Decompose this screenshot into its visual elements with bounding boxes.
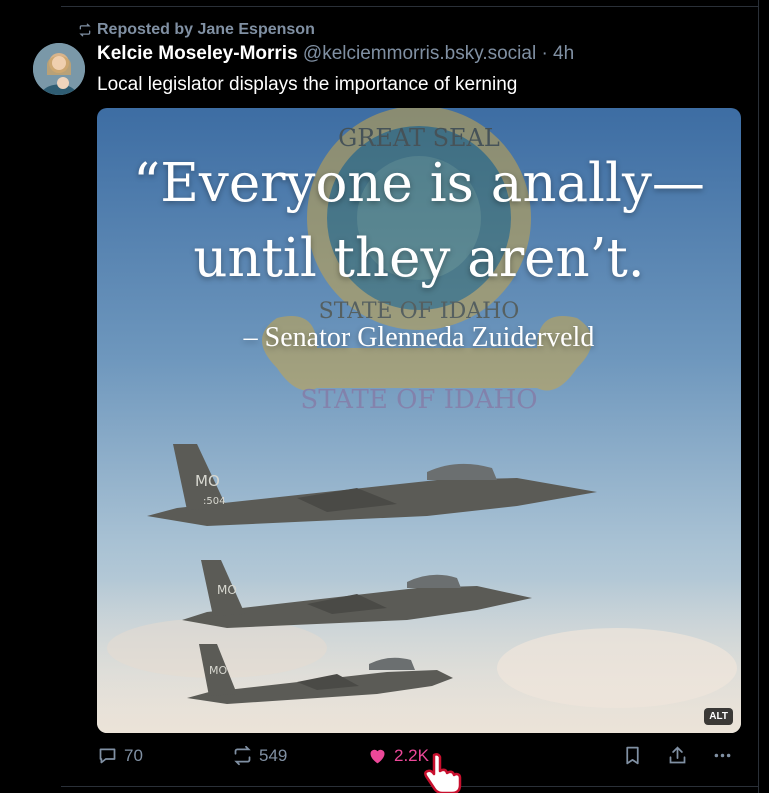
post-actions: 70 549 2.2K (0, 745, 769, 771)
post-image[interactable]: GREAT SEAL STATE OF IDAHO STATE OF IDAHO… (97, 108, 741, 733)
avatar[interactable] (33, 43, 85, 95)
author-name[interactable]: Kelcie Moseley-Morris (97, 43, 298, 64)
repost-icon (234, 745, 251, 766)
post-text: Local legislator displays the importance… (97, 74, 518, 95)
bookmark-button[interactable] (622, 745, 643, 766)
quote-line-1: “Everyone is anally— (133, 153, 705, 214)
feed-divider (758, 0, 759, 793)
more-options-button[interactable] (712, 745, 733, 766)
share-button[interactable] (667, 745, 688, 766)
seal-bottom-text: STATE OF IDAHO (319, 299, 520, 324)
banner-text: STATE OF IDAHO (300, 385, 537, 415)
repost-icon (79, 23, 91, 37)
repost-button[interactable]: 549 (232, 745, 287, 766)
repost-indicator[interactable]: Reposted by Jane Espenson (78, 21, 315, 39)
svg-text:MO: MO (217, 583, 237, 597)
left-gutter (0, 0, 8, 793)
repost-count: 549 (259, 745, 288, 765)
author-handle[interactable]: @kelciemmorris.bsky.social · 4h (303, 43, 574, 64)
bookmark-icon (626, 746, 639, 765)
quote-line-2: until they aren’t. (193, 228, 645, 289)
share-icon (669, 746, 686, 764)
jet-number: :504 (203, 496, 225, 507)
jet-marking: MO (195, 472, 220, 490)
hand-pointer-cursor (424, 753, 462, 793)
ellipsis-icon (714, 753, 731, 758)
post-header: Kelcie Moseley-Morris @kelciemmorris.bsk… (97, 43, 574, 65)
quote-attribution: – Senator Glenneda Zuiderveld (243, 322, 595, 353)
heart-icon (370, 749, 385, 764)
svg-text:MO: MO (209, 664, 227, 677)
reply-count: 70 (124, 745, 143, 765)
alt-text-badge[interactable]: ALT (704, 708, 733, 725)
reply-button[interactable]: 70 (97, 745, 143, 766)
repost-label: Reposted by Jane Espenson (97, 21, 315, 38)
seal-top-text: GREAT SEAL (338, 124, 500, 152)
reply-icon (99, 748, 116, 764)
